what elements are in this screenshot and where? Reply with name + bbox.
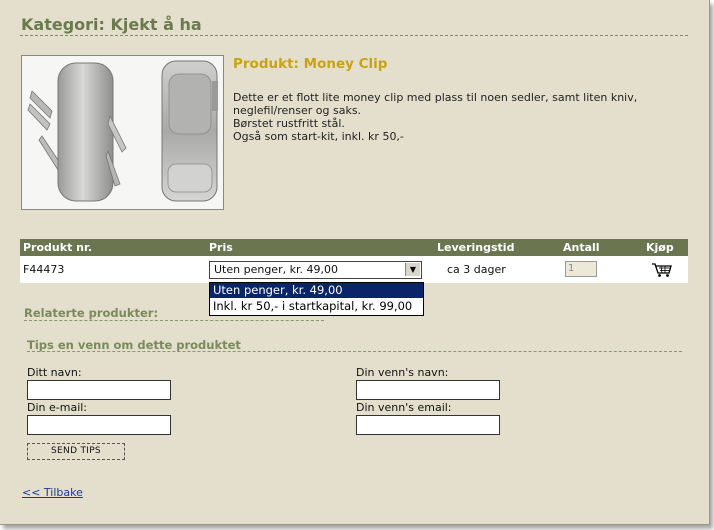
product-description: Dette er et flott lite money clip med pl… xyxy=(233,91,693,143)
divider xyxy=(20,35,688,36)
price-select-value: Uten penger, kr. 49,00 xyxy=(214,263,338,276)
header-price: Pris xyxy=(209,241,233,254)
friend-name-label: Din venn's navn: xyxy=(356,366,449,379)
back-link[interactable]: << Tilbake xyxy=(22,486,83,499)
price-select[interactable]: Uten penger, kr. 49,00 ▼ xyxy=(209,261,422,279)
friend-email-input[interactable] xyxy=(356,415,500,435)
price-option[interactable]: Inkl. kr 50,- i startkapital, kr. 99,00 xyxy=(210,299,423,314)
category-title: Kategori: Kjekt å ha xyxy=(21,15,202,34)
money-clip-photo xyxy=(22,56,223,209)
quantity-input[interactable]: 1 xyxy=(565,261,597,277)
divider xyxy=(24,320,324,321)
shopping-cart-icon[interactable] xyxy=(651,262,673,278)
product-row: F44473 Uten penger, kr. 49,00 ▼ ca 3 dag… xyxy=(20,256,688,283)
description-line: Også som start-kit, inkl. kr 50,- xyxy=(233,130,404,143)
divider xyxy=(27,351,682,352)
your-name-input[interactable] xyxy=(27,380,171,400)
header-buy: Kjøp xyxy=(646,241,674,254)
your-email-label: Din e-mail: xyxy=(27,401,88,414)
header-delivery: Leveringstid xyxy=(437,241,515,254)
tip-friend-heading: Tips en venn om dette produktet xyxy=(27,338,241,352)
your-email-input[interactable] xyxy=(27,415,171,435)
header-quantity: Antall xyxy=(563,241,600,254)
chevron-down-icon[interactable]: ▼ xyxy=(405,263,420,276)
header-product-no: Produkt nr. xyxy=(23,241,93,254)
description-line: Dette er et flott lite money clip med pl… xyxy=(233,91,638,104)
your-name-label: Ditt navn: xyxy=(27,366,82,379)
related-products-heading: Relaterte produkter: xyxy=(24,306,159,320)
price-dropdown-list: Uten penger, kr. 49,00 Inkl. kr 50,- i s… xyxy=(209,282,424,316)
friend-email-label: Din venn's email: xyxy=(356,401,452,414)
quantity-value: 1 xyxy=(568,263,575,274)
send-tips-button[interactable]: SEND TIPS xyxy=(27,443,125,460)
price-option-selected[interactable]: Uten penger, kr. 49,00 xyxy=(210,283,423,298)
description-line: Børstet rustfritt stål. xyxy=(233,117,345,130)
product-title: Produkt: Money Clip xyxy=(233,56,388,72)
page-frame: Kategori: Kjekt å ha Produkt: Money Clip… xyxy=(0,0,710,525)
product-number: F44473 xyxy=(23,263,65,276)
delivery-time: ca 3 dager xyxy=(447,263,506,276)
description-line: neglefil/renser og saks. xyxy=(233,104,362,117)
product-table-header: Produkt nr. Pris Leveringstid Antall Kjø… xyxy=(20,239,688,256)
friend-name-input[interactable] xyxy=(356,380,500,400)
product-image xyxy=(21,55,224,210)
